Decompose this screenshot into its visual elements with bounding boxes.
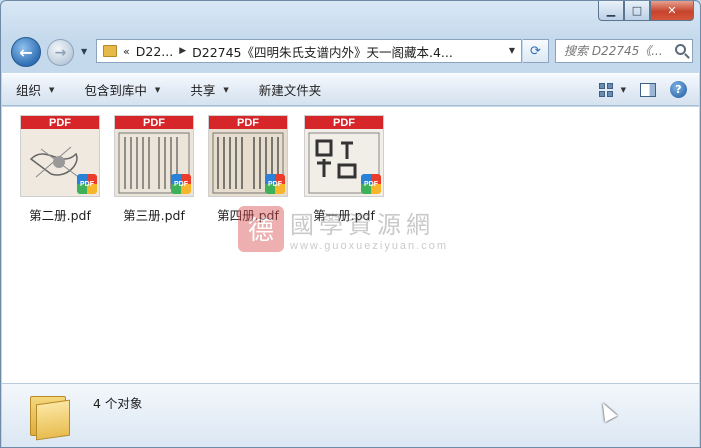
share-label: 共享 bbox=[190, 83, 216, 98]
preview-pane-icon[interactable] bbox=[640, 82, 656, 97]
chevron-down-icon: ▼ bbox=[223, 85, 229, 94]
pdf-thumbnail: PDF PDF bbox=[208, 115, 288, 197]
item-count: 4 个对象 bbox=[93, 396, 143, 411]
new-folder-label: 新建文件夹 bbox=[258, 83, 322, 98]
explorer-window: ▁ □ ✕ ← → ▼ « D22... ▶ D22745《四明朱氏支谱内外》天… bbox=[0, 0, 701, 448]
close-button[interactable]: ✕ bbox=[650, 1, 694, 21]
file-name: 第二册.pdf bbox=[29, 208, 91, 223]
pdf-badge-icon: PDF bbox=[171, 174, 191, 194]
pdf-thumbnail: PDF PDF bbox=[304, 115, 384, 197]
pdf-band: PDF bbox=[305, 116, 383, 129]
pdf-band: PDF bbox=[209, 116, 287, 129]
organize-menu[interactable]: 组织 ▼ bbox=[16, 80, 54, 99]
mouse-cursor-icon bbox=[596, 399, 618, 423]
share-menu[interactable]: 共享 ▼ bbox=[190, 80, 228, 99]
refresh-icon: ⟳ bbox=[530, 43, 541, 59]
toolbar-right: ▼ ? bbox=[598, 81, 687, 98]
search-box[interactable] bbox=[555, 39, 693, 63]
back-button[interactable]: ← bbox=[11, 37, 41, 67]
maximize-button[interactable]: □ bbox=[624, 1, 650, 21]
watermark-url: www.guoxueziyuan.com bbox=[290, 240, 449, 252]
view-options-dropdown-icon[interactable]: ▼ bbox=[621, 86, 626, 94]
folder-icon bbox=[103, 45, 117, 57]
help-icon[interactable]: ? bbox=[670, 81, 687, 98]
new-folder-button[interactable]: 新建文件夹 bbox=[259, 80, 322, 99]
file-item[interactable]: PDF PDF 第三册.pdf bbox=[108, 115, 200, 224]
chevron-down-icon: ▼ bbox=[154, 85, 161, 94]
include-in-library-label: 包含到库中 bbox=[84, 83, 147, 98]
watermark-text: 國學資源網 www.guoxueziyuan.com bbox=[290, 205, 448, 252]
arrow-left-icon: ← bbox=[19, 42, 33, 62]
command-bar: 组织 ▼ 包含到库中 ▼ 共享 ▼ 新建文件夹 ▼ ? bbox=[2, 73, 699, 106]
refresh-button[interactable]: ⟳ bbox=[523, 39, 549, 63]
pdf-badge-icon: PDF bbox=[361, 174, 381, 194]
pdf-band: PDF bbox=[21, 116, 99, 129]
details-pane: 4 个对象 bbox=[2, 383, 699, 447]
pdf-badge-icon: PDF bbox=[77, 174, 97, 194]
breadcrumb-segment[interactable]: D22745《四明朱氏支谱内外》天一阁藏本.4... bbox=[192, 42, 453, 61]
chevron-down-icon: ▼ bbox=[49, 85, 55, 94]
minimize-button[interactable]: ▁ bbox=[598, 1, 624, 21]
breadcrumb-separator-icon[interactable]: ▶ bbox=[179, 46, 186, 56]
forward-button[interactable]: → bbox=[47, 39, 74, 66]
caption-buttons: ▁ □ ✕ bbox=[598, 1, 694, 21]
address-dropdown-icon[interactable]: ▼ bbox=[509, 46, 515, 55]
search-icon[interactable] bbox=[675, 44, 686, 55]
site-watermark: 德 國學資源網 www.guoxueziyuan.com bbox=[238, 205, 448, 252]
file-name: 第三册.pdf bbox=[123, 208, 185, 223]
include-in-library-menu[interactable]: 包含到库中 ▼ bbox=[84, 80, 160, 99]
recent-pages-dropdown[interactable]: ▼ bbox=[81, 47, 87, 56]
pdf-band: PDF bbox=[115, 116, 193, 129]
folder-icon bbox=[30, 392, 70, 441]
file-list-area[interactable]: PDF PDF 第二册.pdf PDF PDF 第三册.pdf PDF PDF … bbox=[2, 107, 699, 383]
address-overflow-chevron[interactable]: « bbox=[123, 45, 130, 58]
arrow-right-icon: → bbox=[54, 44, 67, 61]
pdf-thumbnail: PDF PDF bbox=[20, 115, 100, 197]
breadcrumb-segment[interactable]: D22... bbox=[136, 44, 173, 59]
organize-label: 组织 bbox=[16, 83, 42, 98]
pdf-badge-icon: PDF bbox=[265, 174, 285, 194]
file-item[interactable]: PDF PDF 第二册.pdf bbox=[14, 115, 106, 224]
change-view-icon[interactable] bbox=[598, 82, 615, 97]
watermark-title: 國學資源網 bbox=[290, 211, 435, 239]
address-bar[interactable]: « D22... ▶ D22745《四明朱氏支谱内外》天一阁藏本.4... ▼ bbox=[96, 39, 522, 63]
pdf-thumbnail: PDF PDF bbox=[114, 115, 194, 197]
watermark-seal: 德 bbox=[238, 205, 284, 252]
search-input[interactable] bbox=[564, 44, 672, 58]
